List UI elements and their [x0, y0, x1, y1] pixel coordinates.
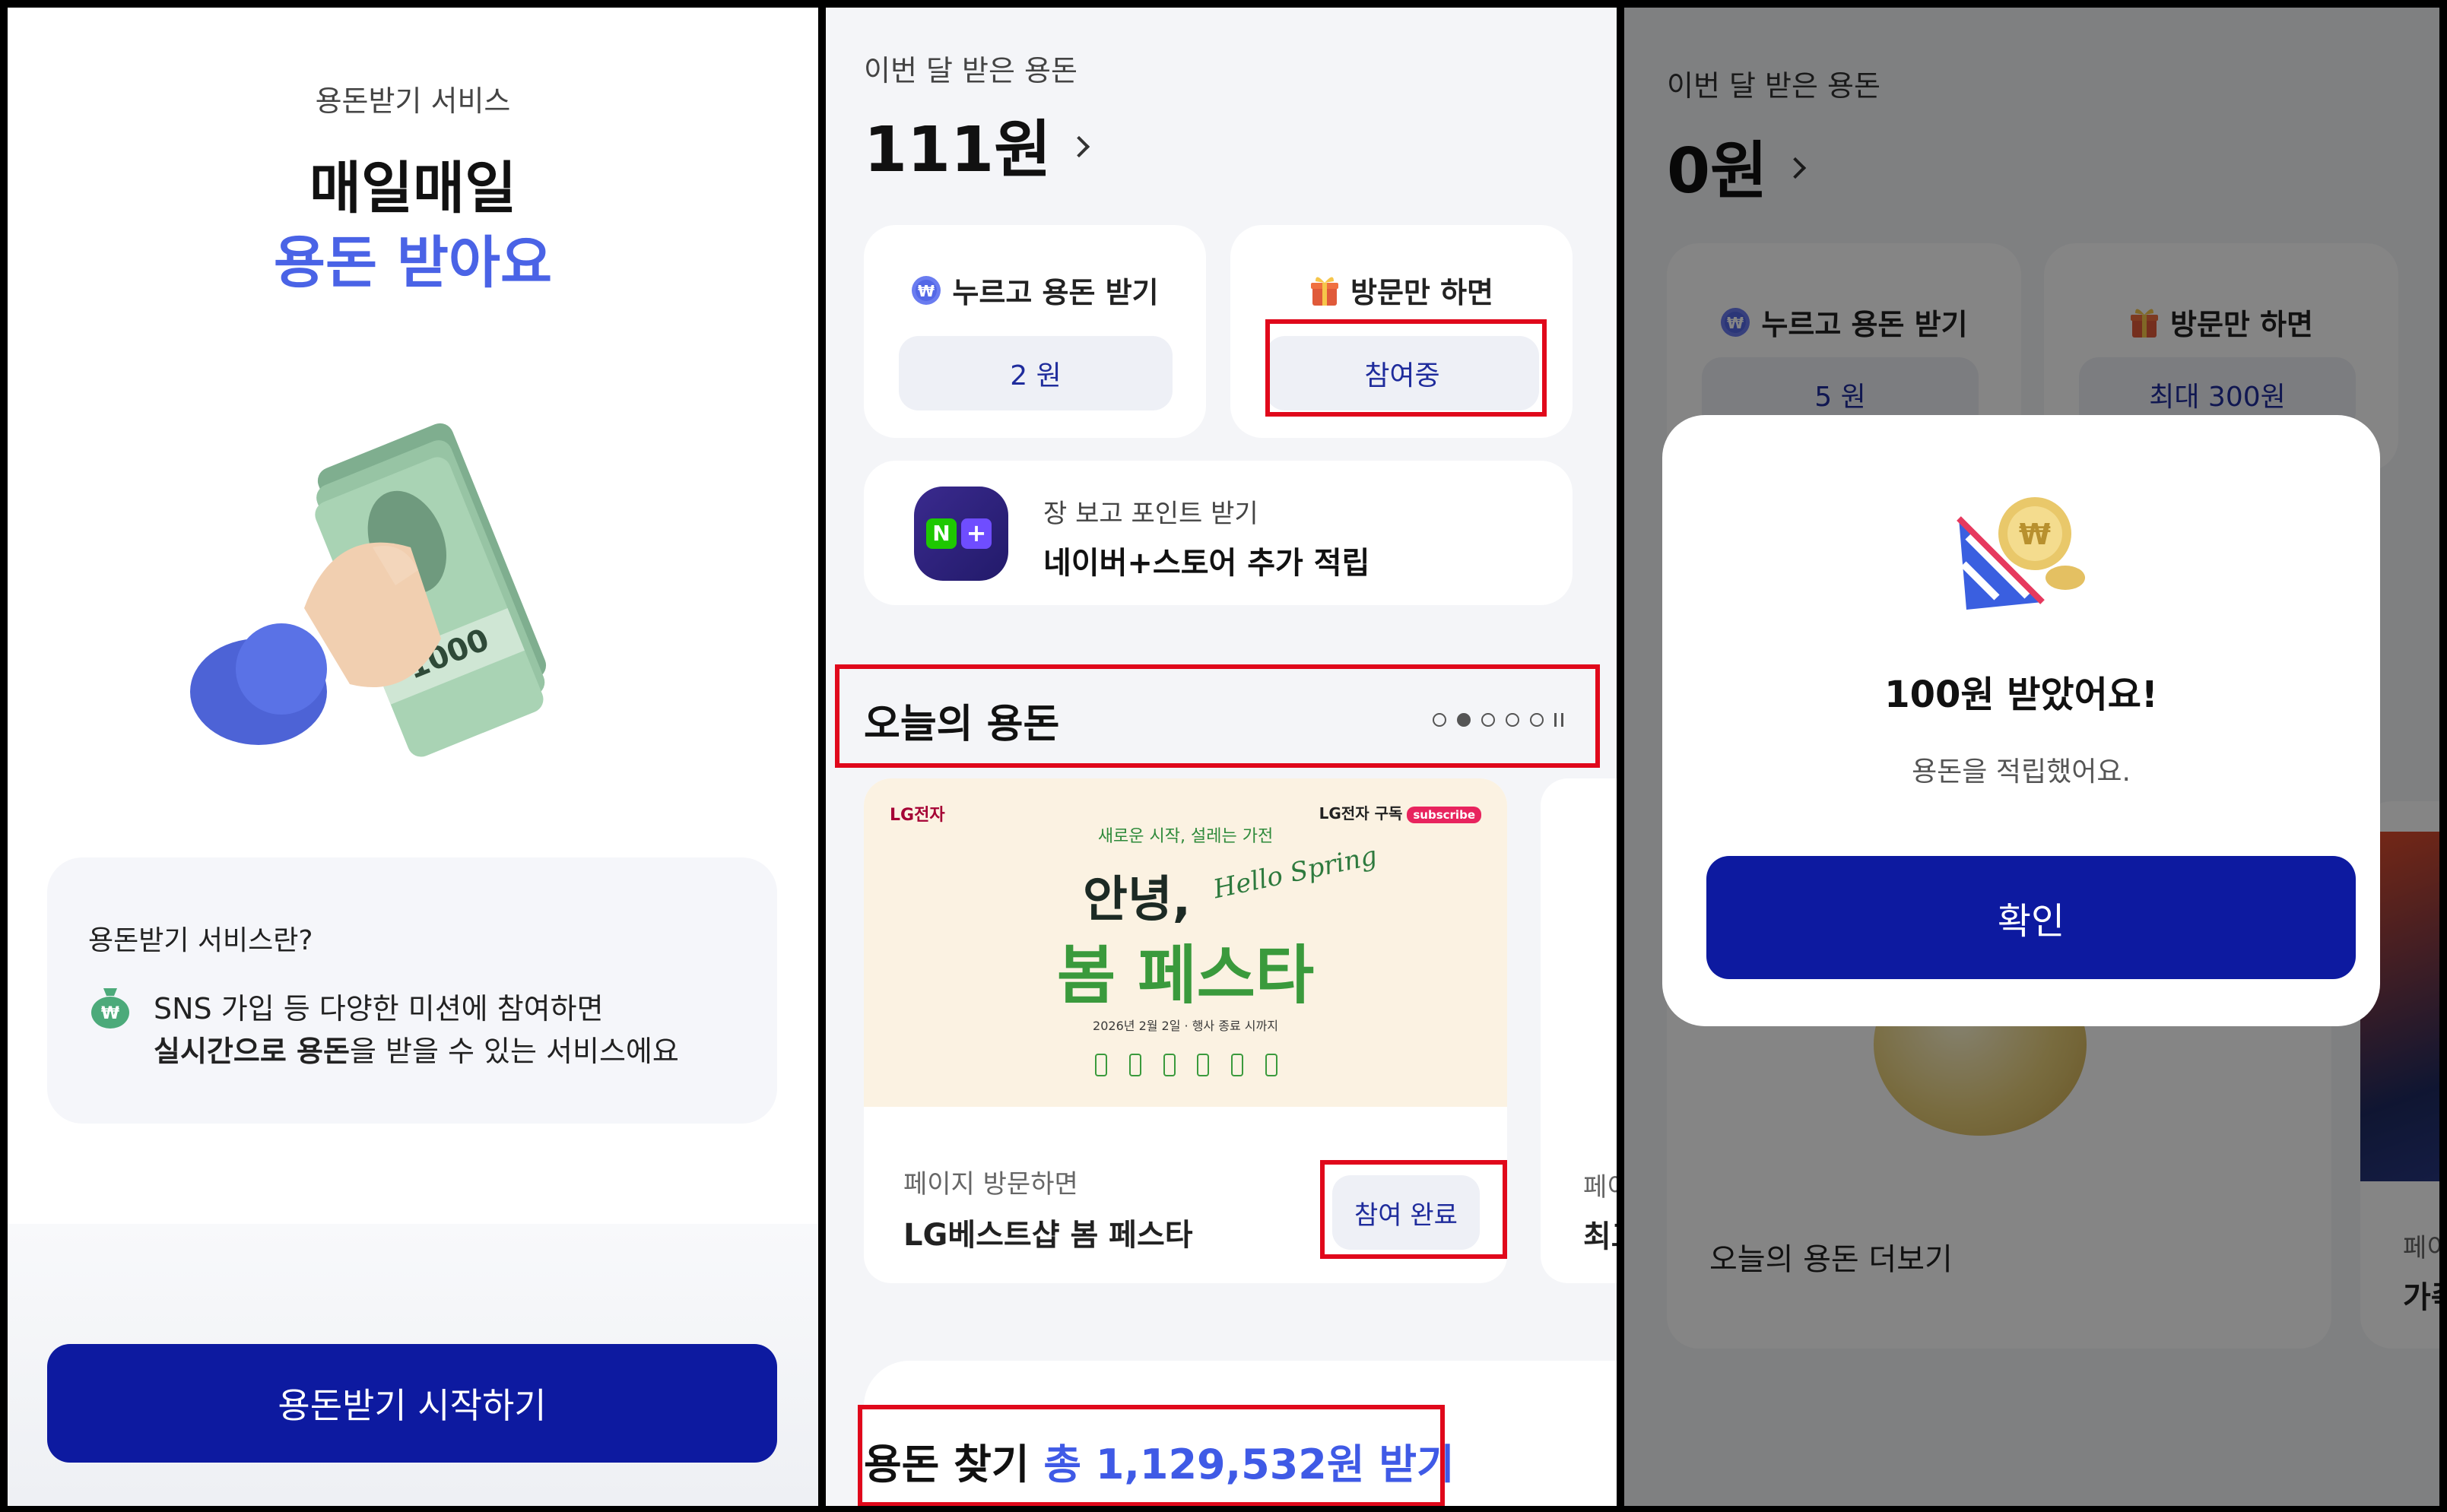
visit-card-title: 방문만 하면 — [1350, 276, 1494, 309]
naver-card-subtitle: 장 보고 포인트 받기 — [1043, 499, 1258, 529]
info-line1: SNS 가입 등 다양한 미션에 참여하면 — [154, 992, 604, 1025]
info-line2: 실시간으로 용돈을 받을 수 있는 서비스에요 — [154, 1028, 679, 1070]
svg-text:₩: ₩ — [101, 1004, 119, 1023]
appliance-icon — [1128, 1054, 1141, 1076]
screenshot-canvas: 용돈받기 서비스 매일매일 용돈 받아요 1000 용돈받기 서비스란? ₩ S… — [0, 0, 2447, 1512]
month-amount: 111원 — [864, 114, 1052, 186]
modal-message: 용돈을 적립했어요. — [1912, 756, 2131, 788]
info-line2-rest: 을 받을 수 있는 서비스에요 — [349, 1035, 679, 1068]
confirm-button[interactable]: 확인 — [1706, 856, 2356, 979]
appliance-icon — [1095, 1054, 1107, 1076]
reward-modal: ₩ 100원 받았어요! 용돈을 적립했어요. 확인 — [1662, 415, 2380, 1026]
promo-banner: LG전자 LG전자 구독 subscribe 새로운 시작, 설레는 가전 안녕,… — [864, 778, 1507, 1107]
reward-modal-screen: 이번 달 받은 용돈 0원 ₩ 누르고 용돈 받기 5 원 방문만 하면 최대 … — [1624, 8, 2439, 1506]
party-popper-coin-icon: ₩ — [1957, 497, 2085, 610]
promo-visit-label: 페이지 방문하면 — [903, 1169, 1078, 1200]
naver-store-card[interactable]: N + 장 보고 포인트 받기 네이버+스토어 추가 적립 — [864, 461, 1573, 605]
peek-title: 최고 — [1583, 1219, 1617, 1254]
appliance-icon — [1231, 1054, 1244, 1076]
highlight-box-find — [858, 1405, 1445, 1506]
hand-holding-cash-icon: 1000 — [190, 423, 547, 757]
info-title: 용돈받기 서비스란? — [88, 925, 313, 956]
press-card-title: 누르고 용돈 받기 — [952, 276, 1159, 309]
intro-screen: 용돈받기 서비스 매일매일 용돈 받아요 1000 용돈받기 서비스란? ₩ S… — [8, 8, 818, 1506]
next-promo-card-peek[interactable]: 페이 최고 — [1541, 778, 1617, 1283]
naver-card-title: 네이버+스토어 추가 적립 — [1043, 546, 1370, 581]
svg-text:₩: ₩ — [2019, 518, 2051, 551]
highlight-box-visit-status — [1265, 319, 1547, 417]
subscribe-tag: subscribe — [1407, 807, 1481, 823]
won-coin-icon: ₩ — [912, 275, 941, 305]
highlight-box-today-section — [835, 664, 1600, 768]
promo-festival-title: 봄 페스타 — [1056, 938, 1315, 1013]
month-amount-link[interactable]: 111원 — [864, 99, 1090, 189]
naver-plus-logo: N + — [914, 487, 1008, 581]
press-card-value[interactable]: 2 원 — [899, 336, 1173, 410]
promo-script: Hello Spring — [1211, 840, 1380, 905]
appliance-icon — [1197, 1054, 1210, 1076]
dashboard-screen: 이번 달 받은 용돈 111원 ₩ 누르고 용돈 받기 2 원 방문만 하면 참… — [826, 8, 1617, 1506]
headline-line1: 매일매일 — [309, 156, 517, 221]
lg-subscribe-label: LG전자 구독 subscribe — [1319, 801, 1481, 823]
svg-text:₩: ₩ — [918, 282, 935, 300]
headline-line2: 용돈 받아요 — [273, 230, 553, 296]
plus-icon: + — [961, 518, 992, 549]
modal-title: 100원 받았어요! — [1884, 674, 2158, 716]
appliance-icon — [1265, 1054, 1277, 1076]
gift-icon — [1310, 276, 1338, 306]
subscribe-brand: LG전자 구독 — [1319, 804, 1403, 823]
promo-tagline: 새로운 시작, 설레는 가전 — [1097, 827, 1274, 846]
month-label: 이번 달 받은 용돈 — [864, 54, 1078, 87]
appliance-icon — [1163, 1054, 1176, 1076]
service-info-card: 용돈받기 서비스란? ₩ SNS 가입 등 다양한 미션에 참여하면 실시간으로… — [47, 857, 777, 1124]
info-line2-bold: 실시간으로 용돈 — [154, 1035, 350, 1068]
promo-date-note: 2026년 2월 2일 · 행사 종료 시까지 — [1093, 1019, 1278, 1033]
highlight-box-complete — [1320, 1160, 1507, 1259]
money-bag-icon: ₩ — [91, 988, 129, 1029]
press-reward-card[interactable]: ₩ 누르고 용돈 받기 2 원 — [864, 225, 1206, 438]
naver-n-icon: N — [926, 518, 957, 549]
chevron-right-icon — [1068, 135, 1090, 157]
promo-name: LG베스트샵 봄 페스타 — [903, 1218, 1193, 1253]
peek-label: 페이 — [1583, 1172, 1617, 1203]
appliance-icons — [1095, 1054, 1277, 1079]
start-button[interactable]: 용돈받기 시작하기 — [47, 1344, 777, 1463]
press-card-header: ₩ 누르고 용돈 받기 — [864, 269, 1206, 311]
visit-card-header: 방문만 하면 — [1230, 269, 1573, 311]
service-label: 용돈받기 서비스 — [315, 84, 511, 118]
promo-hello: 안녕, — [1083, 872, 1192, 928]
